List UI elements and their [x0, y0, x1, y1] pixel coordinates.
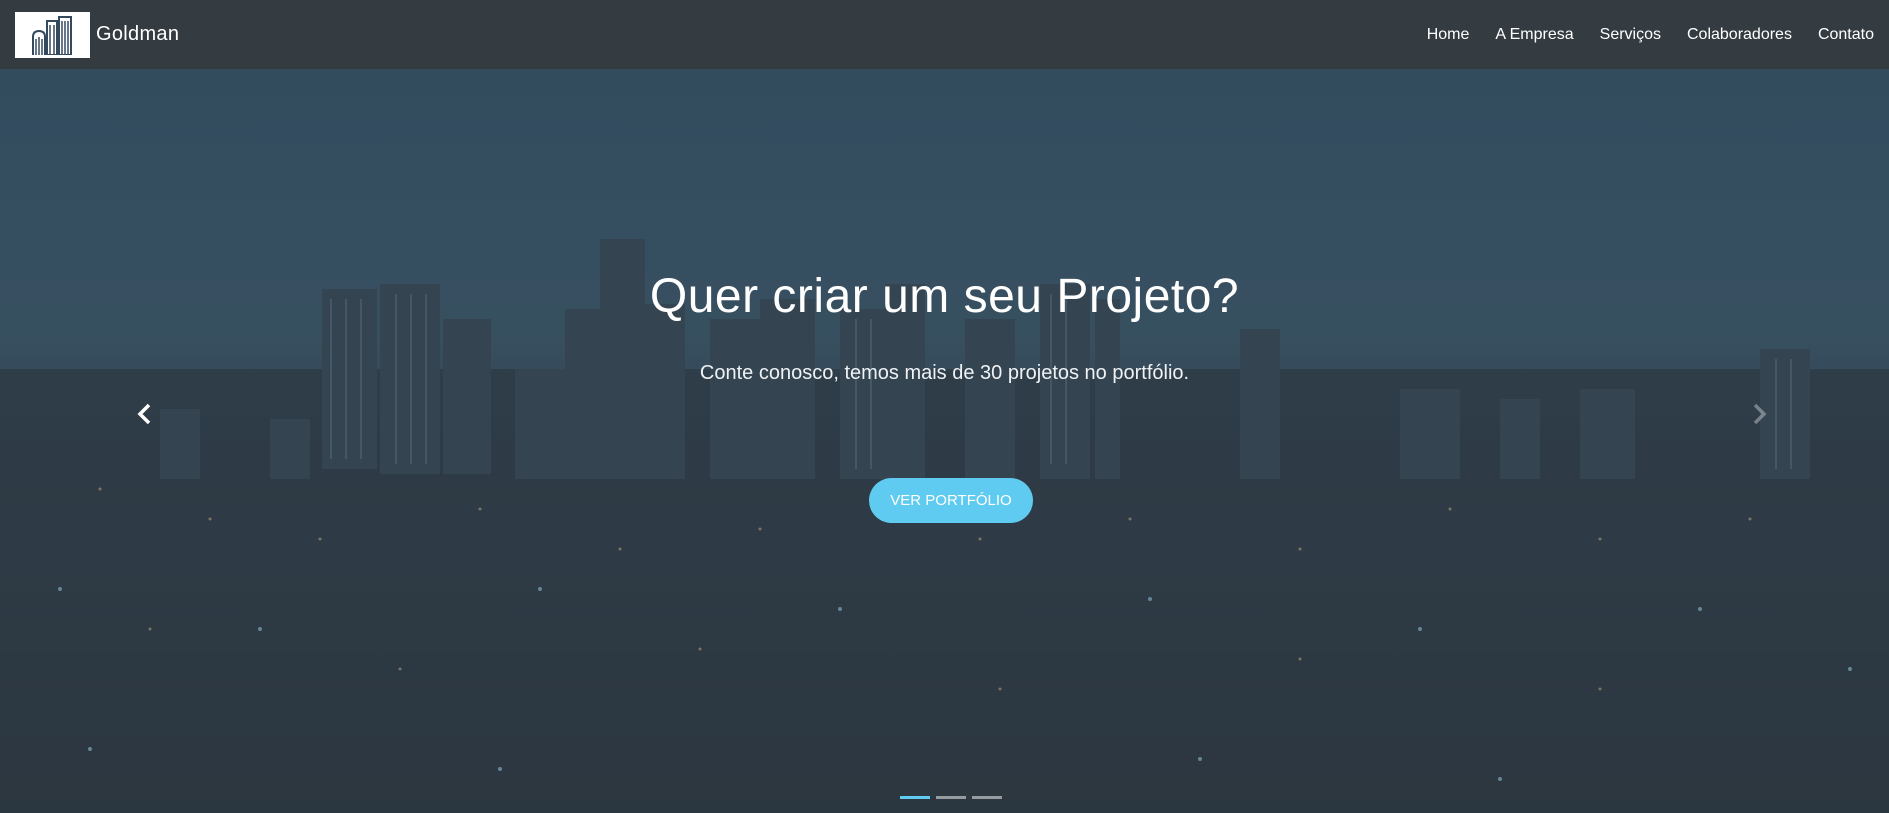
- nav-link-empresa[interactable]: A Empresa: [1495, 26, 1573, 43]
- hero-carousel: Quer criar um seu Projeto? Conte conosco…: [0, 69, 1889, 813]
- navbar: Goldman Home A Empresa Serviços Colabora…: [0, 0, 1889, 69]
- carousel-indicator-2[interactable]: [936, 796, 966, 799]
- nav-menu: Home A Empresa Serviços Colaboradores Co…: [1401, 26, 1874, 44]
- nav-link-colaboradores[interactable]: Colaboradores: [1687, 26, 1792, 43]
- carousel-indicators: [900, 796, 1002, 799]
- nav-link-home[interactable]: Home: [1427, 26, 1470, 43]
- carousel-indicator-1[interactable]: [900, 796, 930, 799]
- hero-subline: Conte conosco, temos mais de 30 projetos…: [699, 362, 1190, 384]
- nav-item-home: Home: [1427, 26, 1470, 44]
- buildings-icon: [15, 11, 90, 58]
- brand[interactable]: Goldman: [15, 11, 180, 58]
- carousel-indicator-3[interactable]: [972, 796, 1002, 799]
- hero-overlay: [0, 69, 1889, 813]
- nav-link-servicos[interactable]: Serviços: [1600, 26, 1661, 43]
- chevron-right-icon[interactable]: [1745, 399, 1775, 429]
- view-portfolio-button[interactable]: VER PORTFÓLIO: [869, 478, 1033, 523]
- hero-headline: Quer criar um seu Projeto?: [649, 270, 1240, 323]
- brand-name: Goldman: [96, 23, 180, 45]
- nav-item-colaboradores: Colaboradores: [1687, 26, 1792, 44]
- nav-item-contato: Contato: [1818, 26, 1874, 44]
- nav-link-contato[interactable]: Contato: [1818, 26, 1874, 43]
- nav-item-servicos: Serviços: [1600, 26, 1661, 44]
- chevron-left-icon[interactable]: [129, 399, 159, 429]
- nav-item-empresa: A Empresa: [1495, 26, 1573, 44]
